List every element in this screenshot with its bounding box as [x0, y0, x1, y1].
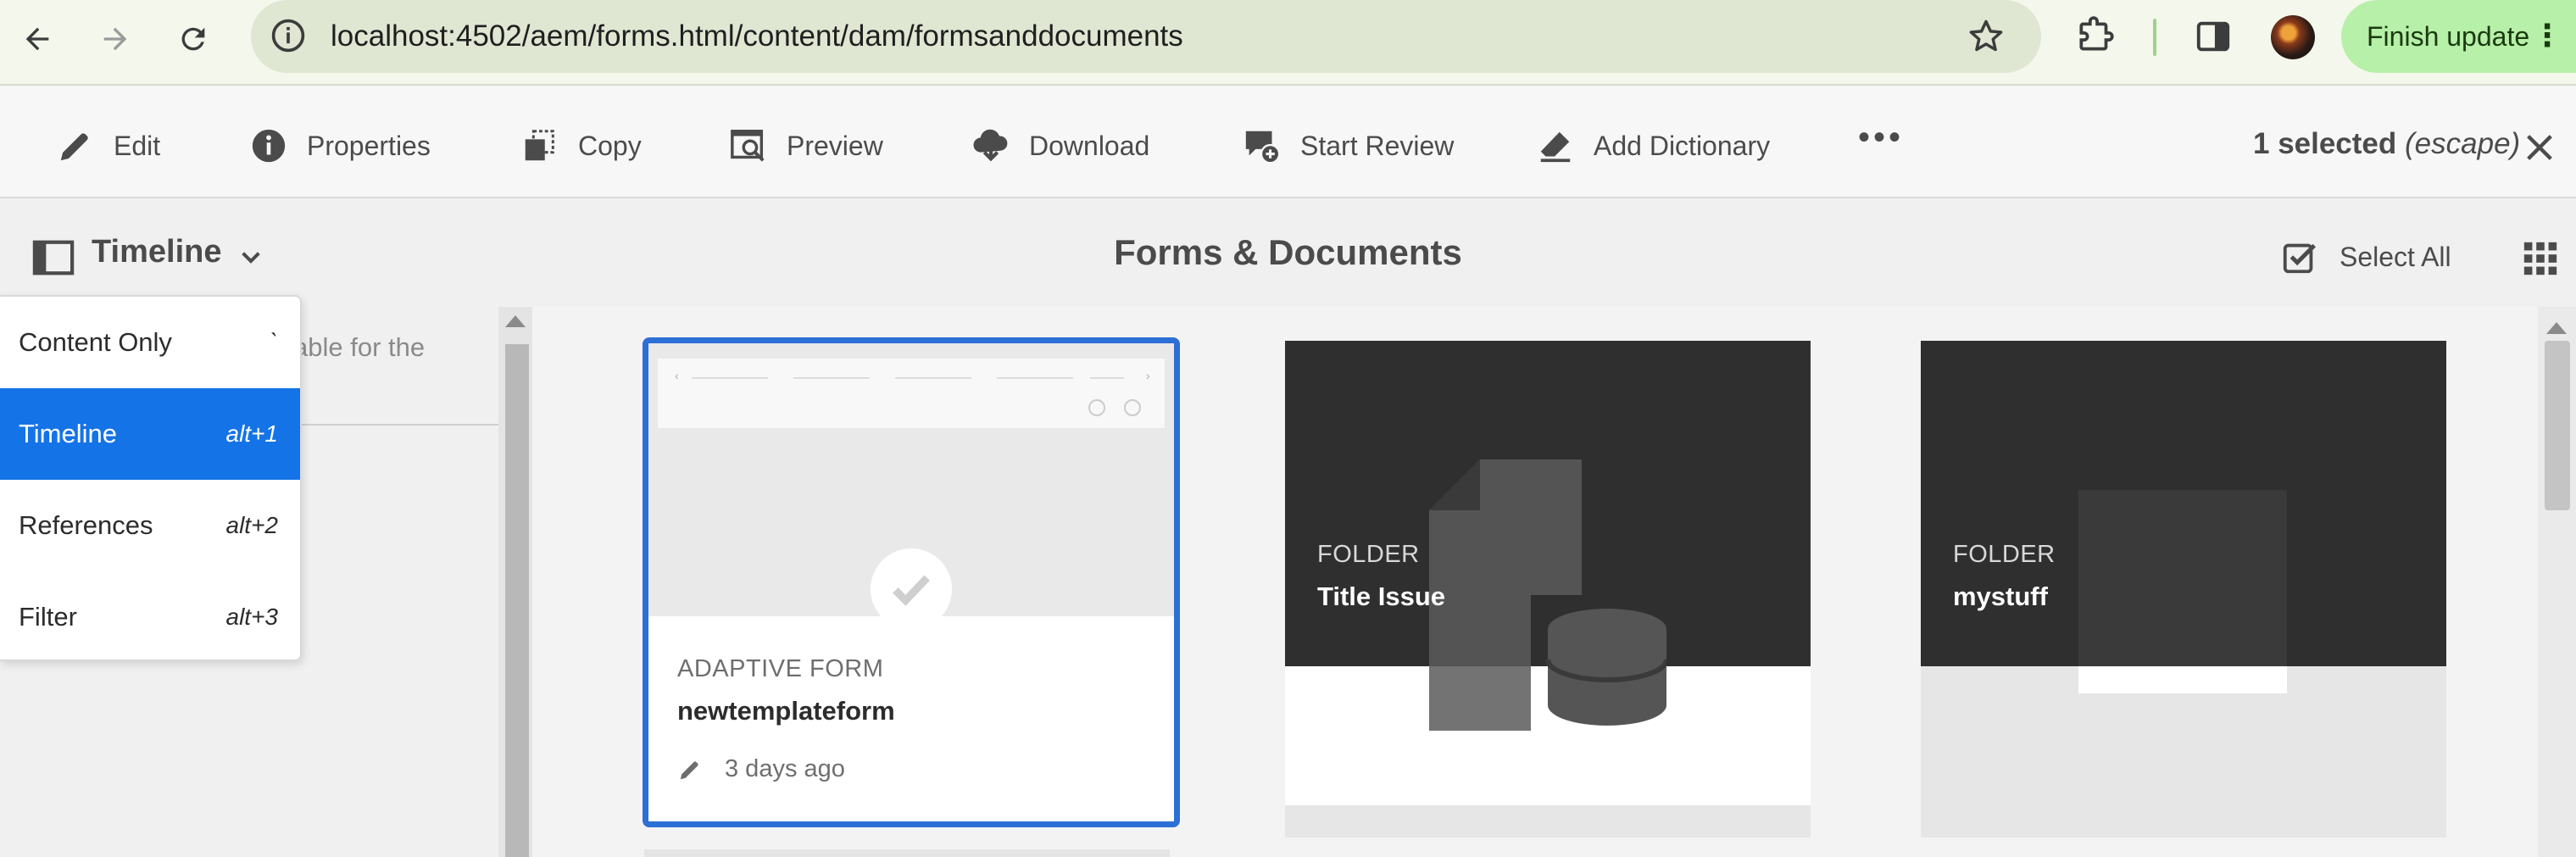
- asset-card-folder-title-issue[interactable]: FOLDER Title Issue: [1285, 341, 1811, 838]
- card-modified: 3 days ago: [677, 755, 845, 783]
- content-header: Timeline Forms & Documents Select All: [0, 200, 2576, 307]
- select-all-button[interactable]: Select All: [2280, 237, 2451, 276]
- review-icon: [1245, 131, 1281, 164]
- pencil-icon: [680, 760, 698, 779]
- download-button[interactable]: Download: [971, 122, 1149, 170]
- menu-item-shortcut: `: [270, 329, 278, 355]
- menu-item-label: References: [19, 510, 153, 540]
- browser-menu-icon[interactable]: ⋮: [2532, 20, 2562, 51]
- menu-item-shortcut: alt+1: [225, 420, 279, 447]
- rail-scrollbar[interactable]: [498, 307, 532, 857]
- content-scrollbar[interactable]: [2538, 307, 2576, 857]
- reload-icon: [181, 27, 205, 51]
- next-row-card: [644, 849, 1170, 857]
- back-button[interactable]: [12, 14, 63, 64]
- copy-button[interactable]: Copy: [520, 122, 642, 170]
- content-scroll-thumb[interactable]: [2545, 341, 2570, 510]
- folder-preview-box-lower: [2078, 666, 2287, 693]
- menu-item-label: Content Only: [19, 327, 172, 357]
- download-icon: [973, 129, 1008, 162]
- rail-description: able for the: [293, 332, 426, 362]
- add-dictionary-button[interactable]: Add Dictionary: [1536, 122, 1770, 170]
- edit-label: Edit: [114, 130, 161, 161]
- start-review-label: Start Review: [1300, 130, 1455, 161]
- menu-item-references[interactable]: References alt+2: [0, 480, 300, 571]
- card-type: FOLDER: [1317, 541, 1420, 568]
- form-database-icon: [1429, 459, 1666, 731]
- selection-status: 1 selected (escape): [2253, 127, 2520, 161]
- escape-hint: (escape): [2405, 127, 2521, 160]
- properties-button[interactable]: Properties: [249, 122, 431, 170]
- add-dictionary-label: Add Dictionary: [1594, 130, 1771, 161]
- close-icon[interactable]: [2523, 131, 2557, 164]
- card-view-icon[interactable]: [2521, 239, 2560, 278]
- preview-icon: [731, 130, 765, 162]
- info-icon: [252, 129, 286, 163]
- eraser-icon: [1540, 131, 1571, 163]
- copy-label: Copy: [578, 130, 642, 161]
- finish-update-button[interactable]: Finish update ⋮: [2341, 0, 2576, 73]
- extensions-puzzle-icon[interactable]: [2074, 15, 2117, 58]
- preview-label: Preview: [787, 130, 883, 161]
- folder-card-footer: [1285, 805, 1811, 838]
- arrow-left-icon: [25, 27, 49, 51]
- menu-item-shortcut: alt+2: [225, 512, 279, 538]
- menu-item-filter[interactable]: Filter alt+3: [0, 571, 300, 659]
- preview-button[interactable]: Preview: [729, 122, 883, 170]
- card-type: ADAPTIVE FORM: [677, 655, 884, 682]
- more-actions-button[interactable]: •••: [1858, 119, 1904, 157]
- asset-card-adaptive-form[interactable]: ‹ › ADAPTIVE FORM newtemplateform 3 days…: [643, 337, 1180, 827]
- card-type: FOLDER: [1953, 541, 2056, 568]
- card-title: Title Issue: [1317, 582, 1446, 611]
- side-panel-icon[interactable]: [2194, 17, 2233, 56]
- arrow-right-icon: [103, 27, 127, 51]
- properties-label: Properties: [307, 130, 431, 161]
- site-info-icon[interactable]: [270, 17, 307, 54]
- selected-count: 1 selected: [2253, 127, 2397, 160]
- browser-toolbar: localhost:4502/aem/forms.html/content/da…: [0, 0, 2576, 86]
- profile-avatar[interactable]: [2271, 15, 2315, 59]
- scroll-up-arrow-icon[interactable]: [2546, 322, 2567, 334]
- card-thumbnail: ‹ ›: [648, 343, 1174, 630]
- rail-scroll-thumb[interactable]: [505, 344, 529, 857]
- folder-preview-box: [2078, 490, 2287, 693]
- page-title: Forms & Documents: [1114, 232, 1462, 272]
- card-grid: ‹ › ADAPTIVE FORM newtemplateform 3 days…: [532, 307, 2550, 857]
- asset-card-folder-mystuff[interactable]: FOLDER mystuff: [1921, 341, 2446, 838]
- modified-time: 3 days ago: [725, 755, 845, 782]
- menu-item-label: Filter: [19, 602, 77, 632]
- edit-button[interactable]: Edit: [56, 122, 160, 170]
- bookmark-star-icon[interactable]: [1967, 17, 2006, 56]
- reload-button[interactable]: [168, 14, 219, 64]
- menu-item-content-only[interactable]: Content Only `: [0, 297, 300, 388]
- menu-item-shortcut: alt+3: [225, 604, 279, 630]
- card-title: mystuff: [1953, 582, 2048, 611]
- menu-item-timeline[interactable]: Timeline alt+1: [0, 388, 300, 480]
- select-all-checkbox-icon: [2283, 243, 2317, 274]
- select-all-label: Select All: [2340, 241, 2451, 272]
- card-title: newtemplateform: [677, 696, 895, 726]
- menu-item-label: Timeline: [19, 419, 117, 448]
- card-info: ADAPTIVE FORM newtemplateform 3 days ago: [648, 616, 1174, 821]
- url-text[interactable]: localhost:4502/aem/forms.html/content/da…: [331, 17, 1183, 56]
- download-label: Download: [1029, 130, 1150, 161]
- copy-icon: [525, 130, 554, 161]
- forward-button[interactable]: [90, 14, 141, 64]
- pencil-icon: [60, 133, 88, 161]
- toolbar-divider: [2153, 19, 2156, 56]
- finish-update-label: Finish update: [2367, 20, 2530, 52]
- start-review-button[interactable]: Start Review: [1243, 122, 1454, 170]
- rail-view-menu: Content Only ` Timeline alt+1 References…: [0, 295, 302, 661]
- scroll-up-arrow-icon[interactable]: [505, 315, 526, 327]
- thumbnail-preview: ‹ ›: [658, 359, 1165, 428]
